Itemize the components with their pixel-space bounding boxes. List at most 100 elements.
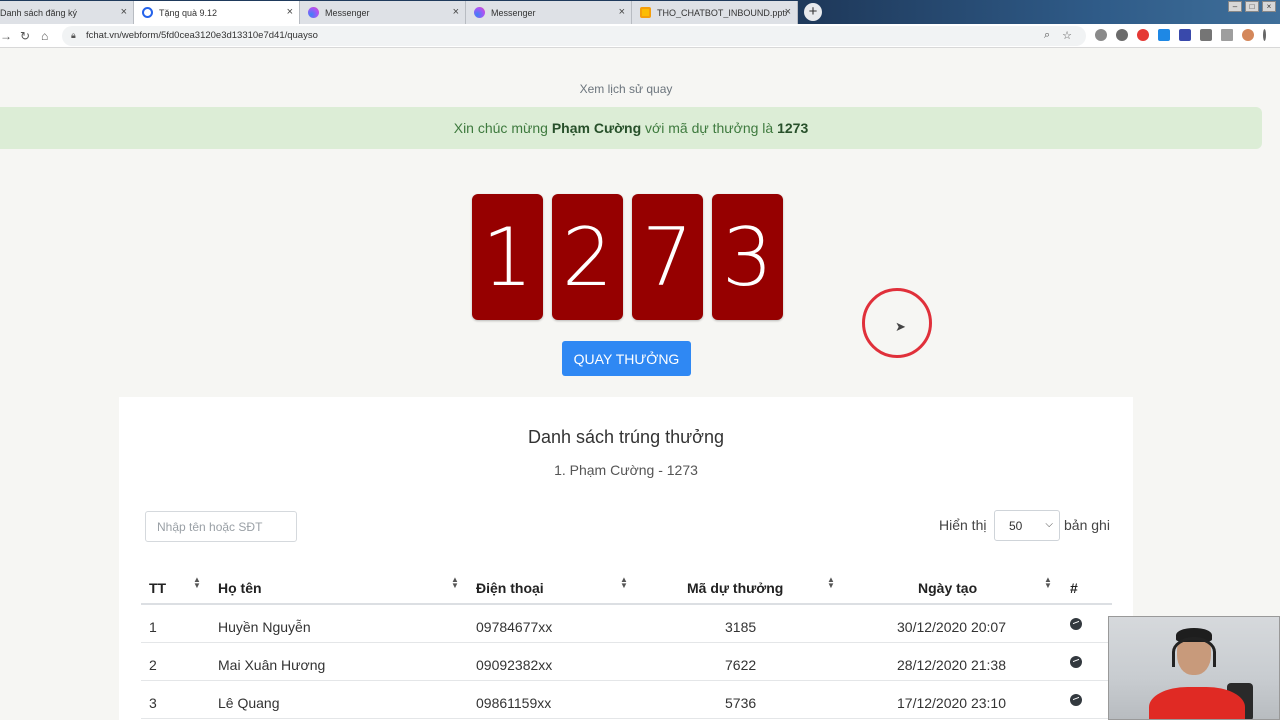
header-actions: # — [1070, 580, 1078, 596]
tab-slides[interactable]: THO_CHATBOT_INBOUND.pptx × — [632, 1, 798, 24]
cell-code: 3185 — [725, 619, 757, 635]
alert-prefix: Xin chúc mừng — [453, 120, 552, 136]
cell-code: 7622 — [725, 657, 757, 673]
alert-winner-name: Phạm Cường — [551, 120, 642, 136]
messenger-icon[interactable] — [1070, 618, 1082, 630]
cell-name: Lê Quang — [218, 695, 280, 711]
header-phone[interactable]: Điện thoại — [476, 580, 544, 596]
reload-icon[interactable]: ↻ — [20, 29, 30, 43]
digit-4: 3 — [712, 194, 783, 320]
table-row: 3 Lê Quang 09861159xx 5736 17/12/2020 23… — [141, 681, 1112, 719]
cell-created: 28/12/2020 21:38 — [897, 657, 1006, 673]
messenger-icon[interactable] — [1070, 656, 1082, 668]
webcam-person-body — [1149, 687, 1245, 719]
slides-icon — [640, 7, 651, 18]
sort-icon[interactable]: ▲ ▼ — [451, 576, 459, 590]
cell-phone: 09861159xx — [476, 695, 552, 711]
minimize-icon[interactable]: – — [1228, 1, 1242, 12]
sort-icon[interactable]: ▲ ▼ — [193, 576, 201, 590]
lock-icon: 🔒︎ — [71, 30, 76, 40]
url-text[interactable]: fchat.vn/webform/5fd0cea3120e3d13310e7d4… — [86, 30, 318, 41]
close-icon[interactable]: × — [287, 6, 293, 18]
extension-red-icon[interactable] — [1137, 29, 1149, 41]
close-icon[interactable]: × — [619, 6, 625, 18]
window-background — [820, 0, 1280, 24]
digit-2: 2 — [552, 194, 623, 320]
cell-name: Mai Xuân Hương — [218, 657, 326, 673]
tab-messenger-1[interactable]: Messenger × — [300, 1, 466, 24]
winners-card: Danh sách trúng thưởng 1. Phạm Cường - 1… — [119, 397, 1133, 720]
new-tab-button[interactable]: + — [804, 3, 822, 21]
mouse-cursor-icon: ➤ — [895, 319, 906, 334]
menu-dots-icon[interactable] — [1263, 29, 1266, 41]
messenger-icon[interactable] — [1070, 694, 1082, 706]
cell-created: 30/12/2020 20:07 — [897, 619, 1006, 635]
page-size-label: Hiển thị — [939, 517, 987, 533]
cell-tt: 2 — [149, 657, 157, 673]
participants-table: TT ▲ ▼ Họ tên ▲ ▼ Điện thoại ▲ ▼ Mã dự thưở… — [141, 565, 1112, 719]
puzzle-icon[interactable] — [1200, 29, 1212, 41]
sort-icon[interactable]: ▲ ▼ — [827, 576, 835, 590]
extension-grid-icon[interactable] — [1179, 29, 1191, 41]
page-size-select[interactable]: 50 ⌵ — [994, 510, 1060, 541]
page-size-value: 50 — [1009, 518, 1023, 533]
cell-phone: 09784677xx — [476, 619, 553, 635]
address-bar: → ↻ ⌂ 🔒︎ fchat.vn/webform/5fd0cea3120e3d… — [0, 24, 1280, 48]
close-window-icon[interactable]: × — [1262, 1, 1276, 12]
close-icon[interactable]: × — [453, 6, 459, 18]
home-icon[interactable]: ⌂ — [41, 29, 48, 43]
alert-middle: với mã dự thưởng là — [641, 120, 778, 136]
extension-blue-icon[interactable] — [1158, 29, 1170, 41]
profile-avatar[interactable] — [1242, 29, 1254, 41]
headset-icon — [1172, 637, 1216, 667]
star-icon[interactable]: ☆ — [1062, 29, 1072, 42]
extension-gear-icon[interactable] — [1095, 29, 1107, 41]
lucky-number-display: 1 2 7 3 — [472, 194, 783, 320]
close-icon[interactable]: × — [785, 6, 791, 18]
cell-tt: 3 — [149, 695, 157, 711]
tab-title: Danh sách đăng ký — [0, 7, 78, 18]
cell-created: 17/12/2020 23:10 — [897, 695, 1006, 711]
messenger-icon — [474, 7, 485, 18]
table-header-row: TT ▲ ▼ Họ tên ▲ ▼ Điện thoại ▲ ▼ Mã dự thưở… — [141, 565, 1112, 605]
chevron-down-icon: ⌵ — [1045, 519, 1053, 530]
tab-danh-sach-dang-ky[interactable]: Danh sách đăng ký × — [0, 1, 134, 24]
messenger-icon — [308, 7, 319, 18]
sort-icon[interactable]: ▲ ▼ — [1044, 576, 1052, 590]
records-label: bản ghi — [1064, 517, 1110, 533]
winners-title: Danh sách trúng thưởng — [528, 427, 724, 447]
tab-title: Tặng quà 9.12 — [159, 7, 218, 18]
browser-tab-strip: Danh sách đăng ký × Tặng quà 9.12 × Mess… — [0, 0, 1280, 24]
cell-phone: 09092382xx — [476, 657, 553, 673]
tab-tang-qua[interactable]: Tặng quà 9.12 × — [134, 1, 300, 24]
cell-name: Huyền Nguyễn — [218, 619, 311, 635]
history-link[interactable]: Xem lịch sử quay — [0, 82, 1252, 96]
digit-3: 7 — [632, 194, 703, 320]
window-controls: – □ × — [1228, 1, 1276, 12]
tab-messenger-2[interactable]: Messenger × — [466, 1, 632, 24]
cell-code: 5736 — [725, 695, 757, 711]
sort-icon[interactable]: ▲ ▼ — [620, 576, 628, 590]
tab-title: Messenger — [325, 7, 370, 18]
header-code[interactable]: Mã dự thưởng — [687, 580, 783, 596]
winners-list-item: 1. Phạm Cường - 1273 — [554, 462, 698, 478]
webcam-overlay — [1108, 616, 1280, 720]
table-row: 2 Mai Xuân Hương 09092382xx 7622 28/12/2… — [141, 643, 1112, 681]
extension-circle-icon[interactable] — [1116, 29, 1128, 41]
header-name[interactable]: Họ tên — [218, 580, 262, 596]
tab-title: THO_CHATBOT_INBOUND.pptx — [657, 7, 787, 18]
alert-winner-code: 1273 — [777, 120, 809, 136]
table-row: 1 Huyền Nguyễn 09784677xx 3185 30/12/202… — [141, 605, 1112, 643]
zoom-icon[interactable]: ⌕ — [1044, 29, 1050, 42]
back-arrow-icon[interactable]: → — [0, 29, 12, 43]
reading-list-icon[interactable] — [1221, 29, 1233, 41]
search-input[interactable] — [145, 511, 297, 542]
winner-alert: Xin chúc mừng Phạm Cường với mã dự thưởn… — [0, 107, 1262, 149]
maximize-icon[interactable]: □ — [1245, 1, 1259, 12]
spin-button[interactable]: QUAY THƯỞNG — [562, 341, 691, 376]
tab-title: Messenger — [491, 7, 536, 18]
header-tt[interactable]: TT — [149, 580, 166, 596]
extensions-bar — [1095, 29, 1266, 41]
close-icon[interactable]: × — [121, 6, 127, 18]
header-created[interactable]: Ngày tạo — [918, 580, 977, 596]
